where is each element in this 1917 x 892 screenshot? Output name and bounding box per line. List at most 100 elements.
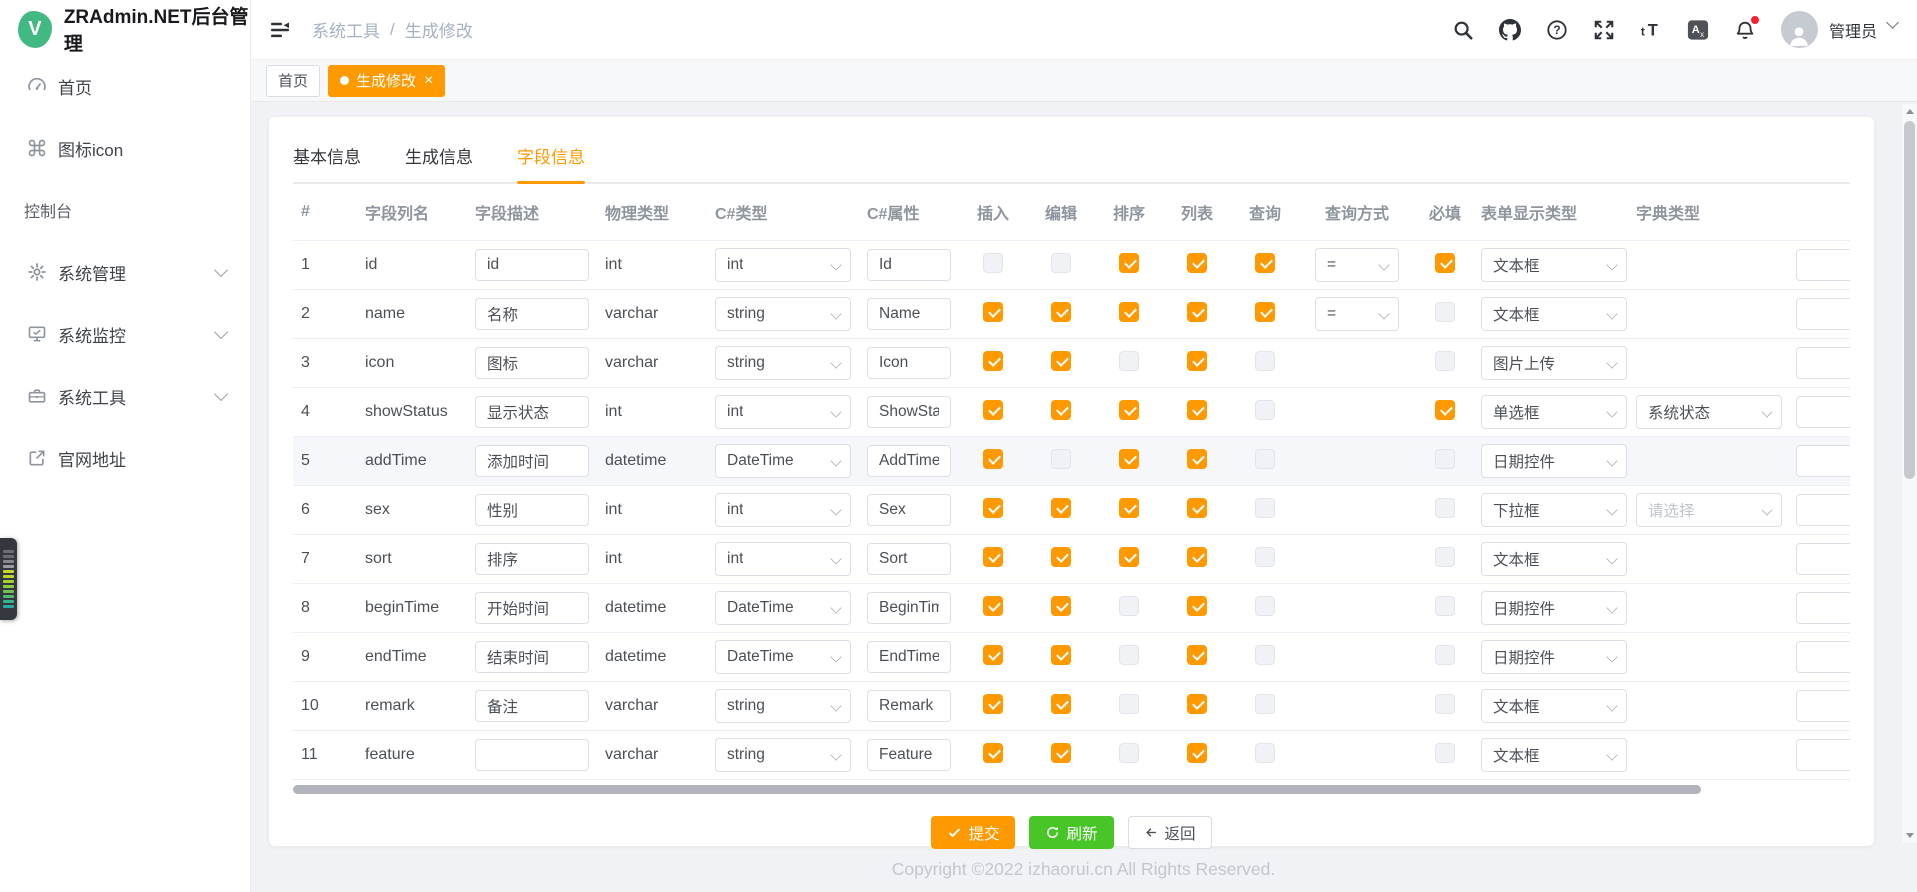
checkbox-insert[interactable] [983, 547, 1003, 567]
dict-type-select[interactable]: 系统状态 [1636, 395, 1782, 429]
checkbox-query[interactable] [1255, 596, 1275, 616]
checkbox-sort[interactable] [1119, 498, 1139, 518]
display-type-select[interactable]: 文本框 [1481, 248, 1627, 282]
checkbox-list[interactable] [1187, 596, 1207, 616]
display-type-select[interactable]: 日期控件 [1481, 591, 1627, 625]
checkbox-sort[interactable] [1119, 547, 1139, 567]
checkbox-required[interactable] [1435, 547, 1455, 567]
field-desc-input[interactable] [475, 298, 589, 330]
checkbox-edit[interactable] [1051, 351, 1071, 371]
back-button[interactable]: 返回 [1128, 816, 1212, 849]
checkbox-required[interactable] [1435, 351, 1455, 371]
checkbox-query[interactable] [1255, 694, 1275, 714]
sidebar-item-website[interactable]: 官网地址 [0, 430, 250, 486]
checkbox-insert[interactable] [983, 498, 1003, 518]
breadcrumb-item[interactable]: 系统工具 [312, 17, 380, 42]
field-desc-input[interactable] [475, 641, 589, 673]
checkbox-sort[interactable] [1119, 645, 1139, 665]
cs-prop-input[interactable] [867, 690, 951, 722]
sidebar-item-system-monitor[interactable]: 系统监控 [0, 306, 250, 362]
field-desc-input[interactable] [475, 396, 589, 428]
tag-close-icon[interactable]: × [424, 73, 433, 89]
tab-字段信息[interactable]: 字段信息 [517, 143, 585, 182]
field-desc-input[interactable] [475, 347, 589, 379]
checkbox-sort[interactable] [1119, 694, 1139, 714]
checkbox-edit[interactable] [1051, 547, 1071, 567]
sidebar-item-icons[interactable]: 图标icon [0, 120, 250, 176]
field-desc-input[interactable] [475, 592, 589, 624]
display-type-select[interactable]: 文本框 [1481, 689, 1627, 723]
checkbox-edit[interactable] [1051, 743, 1071, 763]
checkbox-query[interactable] [1255, 743, 1275, 763]
tab-基本信息[interactable]: 基本信息 [293, 143, 361, 182]
checkbox-list[interactable] [1187, 400, 1207, 420]
cs-type-select[interactable]: DateTime [715, 640, 851, 674]
display-type-select[interactable]: 文本框 [1481, 297, 1627, 331]
field-desc-input[interactable] [475, 739, 589, 771]
cs-type-select[interactable]: int [715, 493, 851, 527]
help-icon[interactable]: ? [1546, 19, 1568, 41]
checkbox-query[interactable] [1255, 302, 1275, 322]
checkbox-list[interactable] [1187, 547, 1207, 567]
display-type-select[interactable]: 图片上传 [1481, 346, 1627, 380]
vertical-scrollbar-thumb[interactable] [1904, 121, 1915, 479]
display-type-select[interactable]: 文本框 [1481, 542, 1627, 576]
field-desc-input[interactable] [475, 543, 589, 575]
tab-生成信息[interactable]: 生成信息 [405, 143, 473, 182]
checkbox-insert[interactable] [983, 302, 1003, 322]
checkbox-sort[interactable] [1119, 400, 1139, 420]
checkbox-sort[interactable] [1119, 596, 1139, 616]
cs-prop-input[interactable] [867, 641, 951, 673]
field-desc-input[interactable] [475, 690, 589, 722]
checkbox-insert[interactable] [983, 596, 1003, 616]
cs-type-select[interactable]: int [715, 395, 851, 429]
checkbox-query[interactable] [1255, 351, 1275, 371]
checkbox-edit[interactable] [1051, 498, 1071, 518]
font-size-icon[interactable]: tT [1640, 19, 1662, 41]
bell-icon[interactable] [1734, 19, 1756, 41]
checkbox-insert[interactable] [983, 253, 1003, 273]
checkbox-edit[interactable] [1051, 645, 1071, 665]
refresh-button[interactable]: 刷新 [1029, 816, 1113, 849]
extra-input[interactable] [1796, 347, 1850, 379]
user-name[interactable]: 管理员 [1829, 18, 1877, 42]
field-desc-input[interactable] [475, 494, 589, 526]
cs-prop-input[interactable] [867, 396, 951, 428]
cs-type-select[interactable]: DateTime [715, 444, 851, 478]
cs-type-select[interactable]: string [715, 297, 851, 331]
extra-input[interactable] [1796, 543, 1850, 575]
display-type-select[interactable]: 日期控件 [1481, 640, 1627, 674]
sidebar-item-system-tools[interactable]: 系统工具 [0, 368, 250, 424]
checkbox-query[interactable] [1255, 645, 1275, 665]
extra-input[interactable] [1796, 641, 1850, 673]
chevron-down-icon[interactable] [1886, 16, 1899, 29]
checkbox-list[interactable] [1187, 449, 1207, 469]
cs-type-select[interactable]: string [715, 689, 851, 723]
cs-prop-input[interactable] [867, 543, 951, 575]
checkbox-sort[interactable] [1119, 351, 1139, 371]
checkbox-sort[interactable] [1119, 743, 1139, 763]
checkbox-required[interactable] [1435, 253, 1455, 273]
checkbox-insert[interactable] [983, 449, 1003, 469]
display-type-select[interactable]: 单选框 [1481, 395, 1627, 429]
tag-item[interactable]: 首页 [266, 65, 320, 97]
search-icon[interactable] [1452, 19, 1474, 41]
checkbox-list[interactable] [1187, 253, 1207, 273]
cs-prop-input[interactable] [867, 249, 951, 281]
cs-prop-input[interactable] [867, 298, 951, 330]
brand[interactable]: V ZRAdmin.NET后台管理 [0, 0, 250, 58]
checkbox-insert[interactable] [983, 743, 1003, 763]
checkbox-edit[interactable] [1051, 596, 1071, 616]
checkbox-edit[interactable] [1051, 253, 1071, 273]
sidebar-item-home[interactable]: 首页 [0, 58, 250, 114]
extra-input[interactable] [1796, 298, 1850, 330]
translate-icon[interactable]: Ax [1687, 19, 1709, 41]
extra-input[interactable] [1796, 690, 1850, 722]
display-type-select[interactable]: 文本框 [1481, 738, 1627, 772]
cs-type-select[interactable]: int [715, 542, 851, 576]
checkbox-required[interactable] [1435, 694, 1455, 714]
checkbox-edit[interactable] [1051, 449, 1071, 469]
checkbox-list[interactable] [1187, 498, 1207, 518]
cs-type-select[interactable]: string [715, 346, 851, 380]
checkbox-insert[interactable] [983, 351, 1003, 371]
